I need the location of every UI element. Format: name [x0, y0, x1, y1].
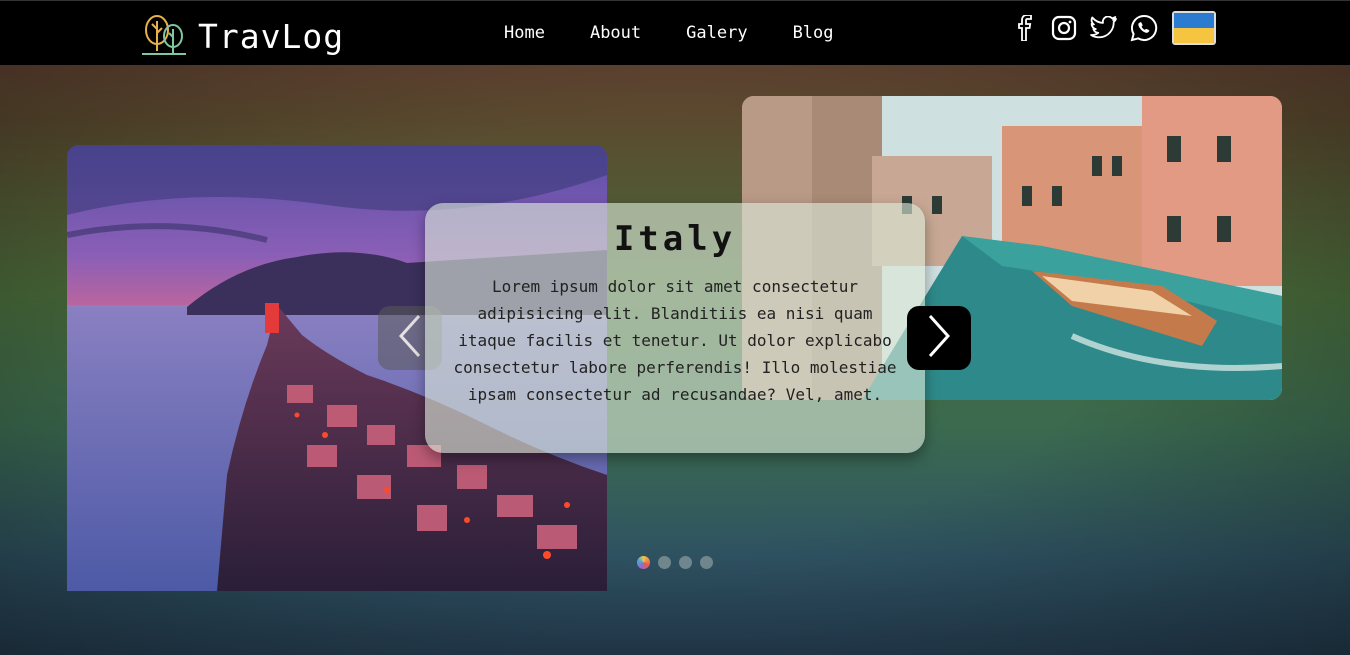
ukraine-flag-icon[interactable] — [1172, 11, 1216, 45]
nav-home[interactable]: Home — [504, 23, 545, 43]
card-title: Italy — [613, 219, 737, 259]
nav-galery[interactable]: Galery — [686, 23, 747, 43]
flag-blue-stripe — [1174, 13, 1214, 28]
nav-blog[interactable]: Blog — [793, 23, 834, 43]
tree-logo-icon — [140, 11, 188, 61]
social-links — [1010, 11, 1216, 45]
logo-text: TravLog — [198, 16, 345, 56]
twitter-icon[interactable] — [1090, 14, 1118, 42]
navbar: TravLog Home About Galery Blog — [0, 0, 1350, 65]
chevron-left-icon — [397, 314, 423, 362]
facebook-icon[interactable] — [1010, 14, 1038, 42]
slider-dot-4[interactable] — [700, 556, 713, 569]
flag-yellow-stripe — [1174, 28, 1214, 43]
whatsapp-icon[interactable] — [1130, 14, 1158, 42]
slider-next-button[interactable] — [907, 306, 971, 370]
destination-card: Italy Lorem ipsum dolor sit amet consect… — [425, 203, 925, 453]
slider-dot-2[interactable] — [658, 556, 671, 569]
chevron-right-icon — [926, 314, 952, 362]
nav-links: Home About Galery Blog — [504, 23, 879, 43]
card-description: Lorem ipsum dolor sit amet consectetur a… — [453, 277, 897, 404]
nav-about[interactable]: About — [590, 23, 641, 43]
slider-pagination — [637, 556, 713, 569]
slider-dot-3[interactable] — [679, 556, 692, 569]
instagram-icon[interactable] — [1050, 14, 1078, 42]
logo[interactable]: TravLog — [140, 11, 344, 61]
slider-dot-1[interactable] — [637, 556, 650, 569]
